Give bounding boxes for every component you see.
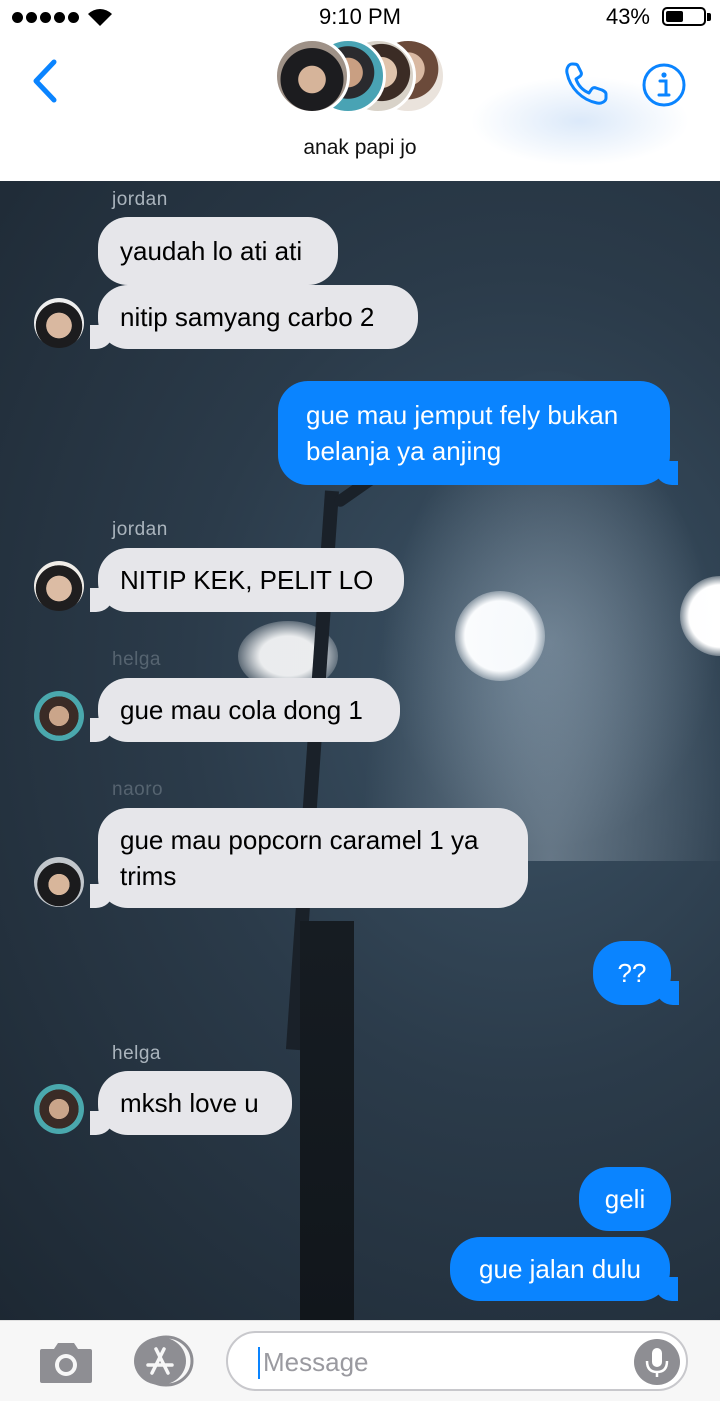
outgoing-message[interactable]: ?? xyxy=(593,941,679,1005)
incoming-message[interactable]: mksh love u xyxy=(90,1071,292,1135)
avatar-jordan[interactable] xyxy=(34,561,84,611)
sender-name: helga xyxy=(112,649,161,670)
info-icon[interactable] xyxy=(641,62,687,108)
compose-bar: Message xyxy=(0,1320,720,1401)
avatar-jordan[interactable] xyxy=(34,298,84,348)
sender-name: jordan xyxy=(112,189,168,210)
group-name[interactable]: anak papi jo xyxy=(0,136,720,160)
sender-name: jordan xyxy=(112,519,168,540)
incoming-message[interactable]: yaudah lo ati ati xyxy=(98,217,338,285)
sender-name: naoro xyxy=(112,779,164,800)
incoming-message[interactable]: nitip samyang carbo 2 xyxy=(90,285,418,349)
sender-name: helga xyxy=(112,1043,161,1064)
incoming-message[interactable]: gue mau cola dong 1 xyxy=(90,678,400,742)
outgoing-message[interactable]: gue jalan dulu xyxy=(450,1237,678,1301)
phone-icon[interactable] xyxy=(560,58,612,110)
message-placeholder: Message xyxy=(263,1347,369,1377)
avatar-naoro[interactable] xyxy=(34,857,84,907)
message-list[interactable]: jordan yaudah lo ati ati nitip samyang c… xyxy=(0,181,720,1320)
group-avatar-1 xyxy=(274,38,350,114)
text-caret xyxy=(258,1347,260,1379)
camera-icon[interactable] xyxy=(36,1335,96,1387)
stage-glow xyxy=(380,431,720,851)
incoming-message[interactable]: gue mau popcorn caramel 1 ya trims xyxy=(90,808,528,908)
status-bar: 9:10 PM 43% xyxy=(0,0,720,36)
mic-stand-base xyxy=(300,921,354,1320)
avatar-helga[interactable] xyxy=(34,691,84,741)
outgoing-message[interactable]: geli xyxy=(579,1167,671,1231)
incoming-message[interactable]: NITIP KEK, PELIT LO xyxy=(90,548,404,612)
conversation-header: anak papi jo xyxy=(0,36,720,181)
battery-percent: 43% xyxy=(605,4,650,29)
app-store-icon[interactable] xyxy=(130,1335,194,1387)
outgoing-message[interactable]: gue mau jemput fely bukan belanja ya anj… xyxy=(278,381,678,485)
back-chevron-icon[interactable] xyxy=(26,56,66,106)
battery-tip xyxy=(707,13,711,21)
message-input[interactable]: Message xyxy=(226,1331,688,1391)
avatar-helga[interactable] xyxy=(34,1084,84,1134)
microphone-icon[interactable] xyxy=(634,1339,680,1385)
group-avatar-stack[interactable] xyxy=(274,38,454,118)
battery-icon xyxy=(662,7,706,26)
